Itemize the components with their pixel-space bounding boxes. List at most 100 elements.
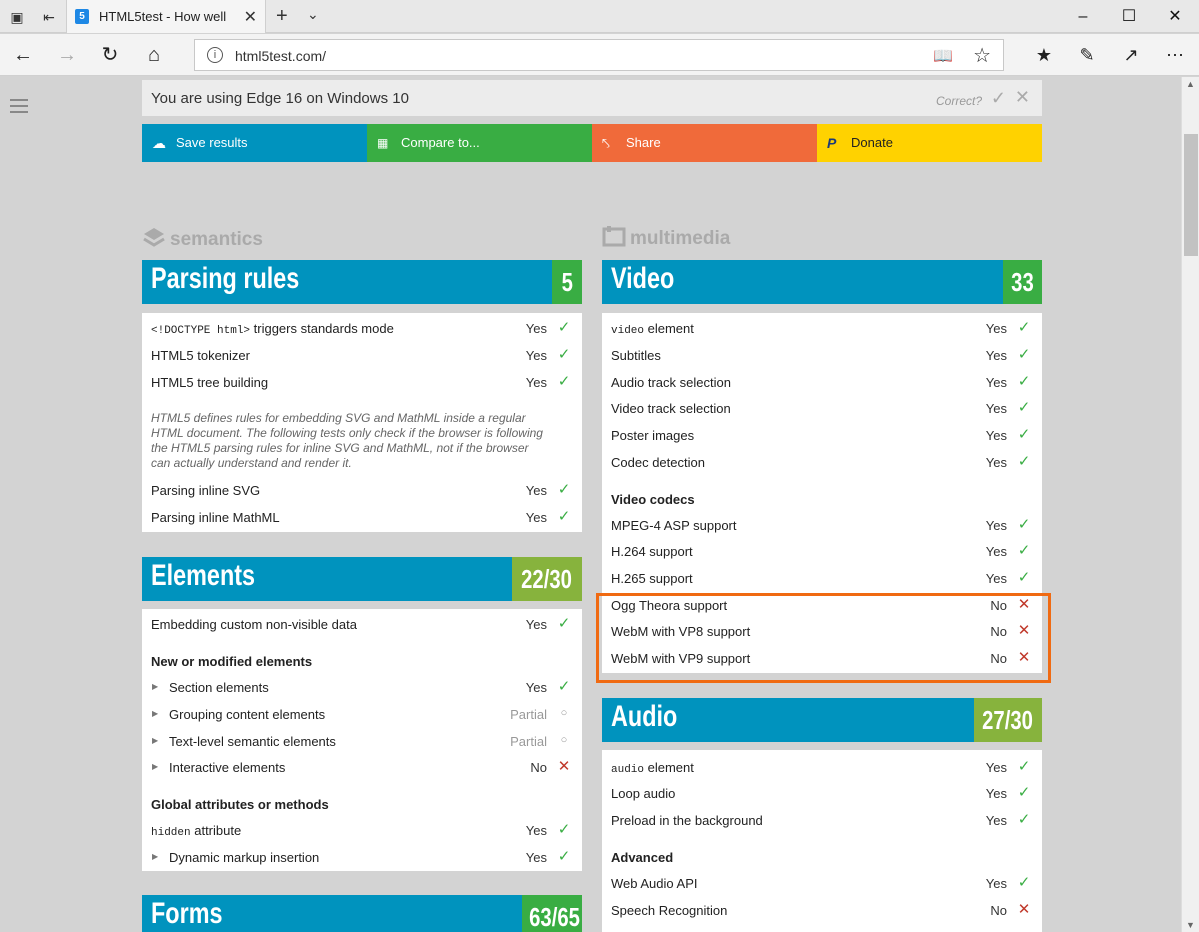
subsection-title: New or modified elements (151, 654, 313, 669)
tab-preview-icon[interactable]: ▣ (8, 8, 26, 26)
check-icon: ✓ (557, 678, 571, 695)
menu-hamburger-icon[interactable] (10, 99, 28, 117)
back-icon[interactable]: ← (10, 42, 36, 68)
grid-icon: ▦ (377, 136, 389, 150)
confirm-check-icon[interactable]: ✓ (991, 88, 1006, 109)
check-icon: ✓ (1017, 542, 1031, 559)
check-icon: ✓ (1017, 516, 1031, 533)
test-row[interactable]: Web Audio API Yes ✓ (602, 869, 1042, 896)
section-header-elements[interactable]: Elements 22/30 (142, 557, 582, 601)
favorite-star-icon[interactable]: ☆ (973, 43, 991, 68)
test-row[interactable]: Preload in the background Yes ✓ (602, 806, 1042, 833)
section-header-forms[interactable]: Forms 63/65 (142, 895, 582, 932)
cross-icon: ✕ (1017, 901, 1031, 918)
test-row[interactable]: <!DOCTYPE html> triggers standards mode … (142, 314, 582, 341)
expand-triangle-icon[interactable]: ▶ (152, 762, 158, 771)
share-button[interactable]: ⤣ Share (592, 124, 817, 162)
reading-view-icon[interactable]: 📖 (933, 46, 953, 66)
check-icon: ✓ (557, 373, 571, 390)
test-row[interactable]: Loop audio Yes ✓ (602, 779, 1042, 806)
refresh-icon[interactable]: ↻ (97, 42, 123, 68)
check-icon: ✓ (1017, 569, 1031, 586)
user-agent-text: You are using Edge 16 on Windows 10 (151, 90, 409, 107)
address-bar: ← → ↻ ⌂ i html5test.com/ 📖 ☆ ★ ✎ ↗ ⋯ (0, 34, 1199, 76)
multimedia-clapper-icon (602, 225, 626, 253)
home-icon[interactable]: ⌂ (141, 42, 167, 68)
action-bar: ☁ Save results ▦ Compare to... ⤣ Share P… (142, 124, 1042, 162)
test-row[interactable]: HTML5 tokenizer Yes ✓ (142, 341, 582, 368)
vertical-scrollbar[interactable]: ▲ ▼ (1181, 77, 1199, 932)
section-header-parsing-rules[interactable]: Parsing rules 5 (142, 260, 582, 304)
test-row[interactable]: Parsing inline SVG Yes ✓ (142, 476, 582, 503)
check-icon: ✓ (557, 319, 571, 336)
test-row[interactable]: Codec detection Yes ✓ (602, 448, 1042, 475)
web-note-pen-icon[interactable]: ✎ (1074, 42, 1100, 68)
test-row[interactable]: Embedding custom non-visible data Yes ✓ (142, 610, 582, 637)
test-row[interactable]: Audio track selection Yes ✓ (602, 368, 1042, 395)
close-tab-icon[interactable]: ✕ (244, 7, 257, 27)
test-row[interactable]: HTML5 tree building Yes ✓ (142, 368, 582, 395)
info-icon[interactable]: i (207, 47, 223, 63)
test-row[interactable]: hidden attribute Yes ✓ (142, 816, 582, 843)
test-row[interactable]: audio element Yes ✓ (602, 753, 1042, 780)
section-title: Parsing rules (151, 262, 300, 295)
test-row[interactable]: Subtitles Yes ✓ (602, 341, 1042, 368)
compare-to-button[interactable]: ▦ Compare to... (367, 124, 592, 162)
expandable-test-row[interactable]: ▶ Section elements Yes ✓ (142, 673, 582, 700)
minimize-icon[interactable]: – (1060, 0, 1106, 33)
check-icon: ✓ (1017, 784, 1031, 801)
expandable-test-row[interactable]: ▶ Text-level semantic elements Partial ○ (142, 727, 582, 754)
expand-triangle-icon[interactable]: ▶ (152, 852, 158, 861)
scroll-down-icon[interactable]: ▼ (1186, 920, 1195, 930)
section-score: 63/65 (522, 895, 582, 932)
check-icon: ✓ (1017, 373, 1031, 390)
test-row[interactable]: H.265 support Yes ✓ (602, 564, 1042, 591)
test-row[interactable]: Video track selection Yes ✓ (602, 394, 1042, 421)
test-row[interactable]: Poster images Yes ✓ (602, 421, 1042, 448)
section-score: 27/30 (974, 698, 1042, 742)
new-tab-icon[interactable]: + (276, 5, 288, 28)
save-results-button[interactable]: ☁ Save results (142, 124, 367, 162)
section-header-audio[interactable]: Audio 27/30 (602, 698, 1042, 742)
expand-triangle-icon[interactable]: ▶ (152, 709, 158, 718)
forward-icon[interactable]: → (54, 42, 80, 68)
check-icon: ✓ (1017, 811, 1031, 828)
close-window-icon[interactable]: ✕ (1152, 0, 1198, 33)
check-icon: ✓ (1017, 758, 1031, 775)
expand-triangle-icon[interactable]: ▶ (152, 682, 158, 691)
expandable-test-row[interactable]: ▶ Dynamic markup insertion Yes ✓ (142, 843, 582, 870)
expandable-test-row[interactable]: ▶ Grouping content elements Partial ○ (142, 700, 582, 727)
section-score: 5 (552, 260, 582, 304)
expandable-test-row[interactable]: ▶ Interactive elements No ✕ (142, 753, 582, 780)
tab-bar: ▣ ⇤ 5 HTML5test - How well d ✕ + ⌄ – ☐ ✕ (0, 0, 1199, 33)
tab-html5test[interactable]: 5 HTML5test - How well d ✕ (66, 0, 266, 33)
check-icon: ✓ (557, 346, 571, 363)
set-tabs-aside-icon[interactable]: ⇤ (40, 8, 58, 26)
test-row[interactable]: video element Yes ✓ (602, 314, 1042, 341)
test-row[interactable]: Parsing inline MathML Yes ✓ (142, 503, 582, 530)
parsing-note: HTML5 defines rules for embedding SVG an… (151, 411, 543, 470)
partial-circle-icon: ○ (560, 734, 568, 746)
check-icon: ✓ (1017, 399, 1031, 416)
test-row[interactable]: Speech Recognition No ✕ (602, 896, 1042, 923)
check-icon: ✓ (557, 481, 571, 498)
more-options-icon[interactable]: ⋯ (1162, 42, 1188, 68)
section-header-video[interactable]: Video 33 (602, 260, 1042, 304)
section-body-parsing-rules: <!DOCTYPE html> triggers standards mode … (142, 313, 582, 532)
url-input[interactable]: i html5test.com/ 📖 ☆ (194, 39, 1004, 71)
favorites-hub-icon[interactable]: ★ (1031, 42, 1057, 68)
chevron-down-icon[interactable]: ⌄ (307, 6, 319, 23)
test-row[interactable]: MPEG-4 ASP support Yes ✓ (602, 511, 1042, 538)
subsection-title: Advanced (611, 850, 674, 865)
scrollbar-thumb[interactable] (1184, 134, 1198, 256)
test-row[interactable]: H.264 support Yes ✓ (602, 537, 1042, 564)
maximize-icon[interactable]: ☐ (1106, 0, 1152, 33)
reject-x-icon[interactable]: ✕ (1015, 87, 1030, 108)
scroll-up-icon[interactable]: ▲ (1186, 79, 1195, 89)
donate-button[interactable]: P Donate (817, 124, 1042, 162)
share-browser-icon[interactable]: ↗ (1118, 42, 1144, 68)
expand-triangle-icon[interactable]: ▶ (152, 736, 158, 745)
page-content: You are using Edge 16 on Windows 10 Corr… (0, 77, 1181, 932)
section-body-audio: audio element Yes ✓ Loop audio Yes ✓ Pre… (602, 750, 1042, 932)
url-text[interactable]: html5test.com/ (235, 48, 326, 64)
